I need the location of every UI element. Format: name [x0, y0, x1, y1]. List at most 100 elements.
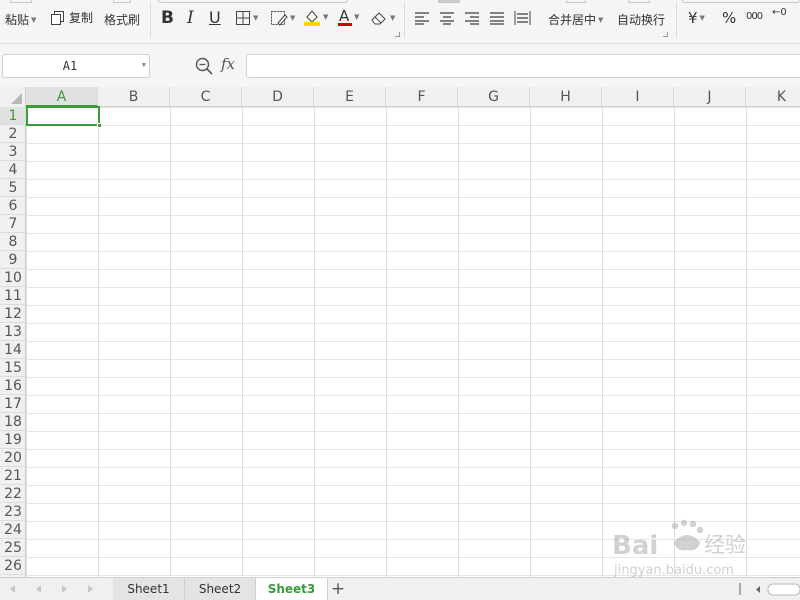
- format-painter-button[interactable]: 格式刷: [104, 11, 140, 28]
- spreadsheet-grid[interactable]: ABCDEFGHIJK 1 2 3 4 5 6 7 8 9 10 11 12 13 14 15 16 17 18 1…: [0, 87, 800, 577]
- column-header-a[interactable]: A: [26, 87, 98, 107]
- insert-function-button[interactable]: fx: [221, 55, 235, 73]
- copy-button[interactable]: 复制: [50, 9, 93, 26]
- row-header-21[interactable]: 21: [0, 467, 26, 485]
- sheet-tab-sheet3[interactable]: Sheet3: [256, 578, 328, 600]
- font-color-bar: [338, 23, 352, 26]
- align-left-button[interactable]: [414, 11, 430, 25]
- font-name-dropdown-stub[interactable]: [158, 0, 348, 3]
- row-header-20[interactable]: 20: [0, 449, 26, 467]
- sheet-tab-sheet1[interactable]: Sheet1: [113, 578, 185, 600]
- column-header-e[interactable]: E: [314, 87, 386, 107]
- row-header-2[interactable]: 2: [0, 125, 26, 143]
- thousands-separator-icon: 000: [746, 11, 763, 22]
- currency-button[interactable]: ¥ ▼: [688, 9, 705, 27]
- percent-button[interactable]: %: [722, 9, 736, 27]
- column-header-k[interactable]: K: [746, 87, 800, 107]
- justify-button[interactable]: [489, 11, 505, 25]
- row-header-13[interactable]: 13: [0, 323, 26, 341]
- row-header-4[interactable]: 4: [0, 161, 26, 179]
- fill-color-dropdown-icon[interactable]: ▼: [323, 13, 328, 21]
- row-header-10[interactable]: 10: [0, 269, 26, 287]
- row-header-8[interactable]: 8: [0, 233, 26, 251]
- selected-cell[interactable]: [26, 106, 102, 128]
- row-header-24[interactable]: 24: [0, 521, 26, 539]
- merge-center-dropdown-icon[interactable]: ▼: [598, 16, 603, 24]
- align-center-button[interactable]: [439, 11, 455, 25]
- merge-icon-stub: [566, 0, 586, 3]
- row-header-19[interactable]: 19: [0, 431, 26, 449]
- row-header-12[interactable]: 12: [0, 305, 26, 323]
- font-group-expand-icon[interactable]: [395, 32, 400, 37]
- prev-sheet-icon[interactable]: [36, 585, 41, 593]
- cell-style-button[interactable]: ▼: [270, 10, 295, 26]
- column-header-b[interactable]: B: [98, 87, 170, 107]
- merge-center-button[interactable]: 合并居中 ▼: [548, 11, 603, 28]
- row-header-15[interactable]: 15: [0, 359, 26, 377]
- wrap-text-button[interactable]: 自动换行: [617, 11, 665, 28]
- sheet-tab-sheet2[interactable]: Sheet2: [185, 578, 256, 600]
- row-header-11[interactable]: 11: [0, 287, 26, 305]
- column-header-c[interactable]: C: [170, 87, 242, 107]
- last-sheet-icon[interactable]: [88, 585, 93, 593]
- row-header-7[interactable]: 7: [0, 215, 26, 233]
- column-header-d[interactable]: D: [242, 87, 314, 107]
- row-header-16[interactable]: 16: [0, 377, 26, 395]
- horizontal-scrollbar[interactable]: [754, 582, 800, 597]
- row-header-5[interactable]: 5: [0, 179, 26, 197]
- row-header-3[interactable]: 3: [0, 143, 26, 161]
- name-box-dropdown-icon[interactable]: ▼: [142, 61, 146, 69]
- copy-icon: [51, 10, 64, 25]
- font-color-button[interactable]: A ▼: [338, 7, 359, 27]
- row-header-6[interactable]: 6: [0, 197, 26, 215]
- scroll-split-handle[interactable]: [739, 583, 741, 595]
- cell-style-dropdown-icon[interactable]: ▼: [290, 14, 295, 22]
- percent-icon: %: [722, 9, 737, 27]
- bold-button[interactable]: B: [161, 8, 174, 28]
- column-header-i[interactable]: I: [602, 87, 674, 107]
- paste-button[interactable]: 粘贴 ▼: [5, 11, 36, 28]
- row-header-25[interactable]: 25: [0, 539, 26, 557]
- column-headers: ABCDEFGHIJK: [0, 87, 800, 107]
- zoom-icon[interactable]: [194, 56, 214, 76]
- font-color-dropdown-icon[interactable]: ▼: [354, 13, 359, 21]
- thousands-separator-button[interactable]: 000: [746, 11, 763, 22]
- increase-decimal-button[interactable]: ←0: [772, 7, 787, 18]
- underline-button[interactable]: U: [209, 8, 221, 27]
- column-header-f[interactable]: F: [386, 87, 458, 107]
- first-sheet-icon[interactable]: [10, 585, 15, 593]
- row-header-1[interactable]: 1: [0, 107, 26, 125]
- column-header-h[interactable]: H: [530, 87, 602, 107]
- select-all-button[interactable]: [0, 87, 26, 107]
- row-header-26[interactable]: 26: [0, 557, 26, 575]
- distributed-align-icon: [514, 11, 531, 25]
- row-header-22[interactable]: 22: [0, 485, 26, 503]
- column-header-j[interactable]: J: [674, 87, 746, 107]
- name-box[interactable]: A1 ▼: [2, 54, 150, 78]
- distributed-align-button[interactable]: [514, 10, 531, 26]
- row-header-14[interactable]: 14: [0, 341, 26, 359]
- currency-dropdown-icon[interactable]: ▼: [700, 14, 705, 22]
- font-color-icon: A: [338, 7, 352, 27]
- alignment-dropdown-stub[interactable]: [438, 0, 460, 3]
- borders-button[interactable]: ▼: [235, 10, 258, 26]
- clear-dropdown-icon[interactable]: ▼: [390, 14, 395, 22]
- increase-decimal-icon: ←0: [772, 7, 787, 18]
- row-header-18[interactable]: 18: [0, 413, 26, 431]
- alignment-group-expand-icon[interactable]: [663, 32, 668, 37]
- fill-color-button[interactable]: ▼: [303, 8, 328, 26]
- row-header-17[interactable]: 17: [0, 395, 26, 413]
- italic-button[interactable]: I: [187, 8, 194, 28]
- align-right-button[interactable]: [464, 11, 480, 25]
- column-header-g[interactable]: G: [458, 87, 530, 107]
- add-sheet-button[interactable]: +: [328, 579, 348, 599]
- row-header-23[interactable]: 23: [0, 503, 26, 521]
- borders-dropdown-icon[interactable]: ▼: [253, 14, 258, 22]
- row-header-9[interactable]: 9: [0, 251, 26, 269]
- clear-button[interactable]: ▼: [370, 10, 395, 26]
- formula-input[interactable]: [246, 54, 800, 78]
- number-format-dropdown-stub[interactable]: [682, 0, 800, 3]
- paste-dropdown-icon[interactable]: ▼: [31, 16, 36, 24]
- next-sheet-icon[interactable]: [62, 585, 67, 593]
- fill-handle[interactable]: [97, 123, 102, 128]
